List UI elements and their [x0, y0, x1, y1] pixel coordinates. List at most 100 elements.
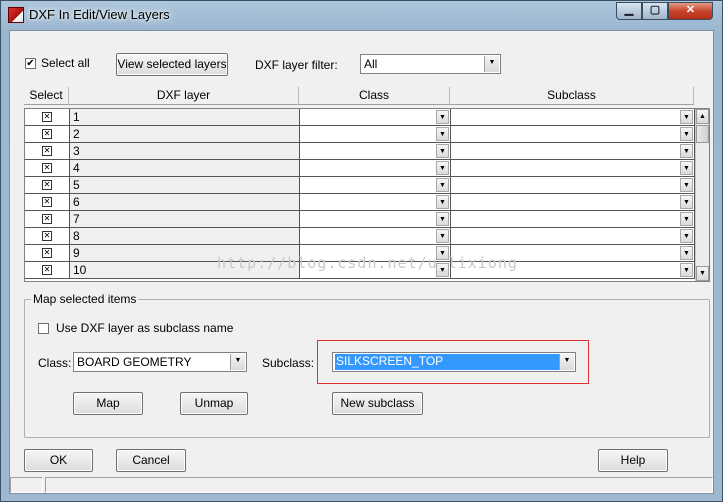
vertical-scrollbar[interactable]: ▲ ▼: [695, 109, 709, 281]
subclass-cell[interactable]: ▼: [451, 211, 695, 228]
close-icon: ✕: [685, 4, 696, 16]
close-button[interactable]: ✕: [668, 2, 713, 20]
subclass-cell[interactable]: ▼: [451, 177, 695, 194]
chevron-down-icon[interactable]: ▼: [680, 144, 693, 158]
chevron-down-icon[interactable]: ▼: [680, 127, 693, 141]
select-cell[interactable]: ✕: [25, 211, 70, 228]
window-title: DXF In Edit/View Layers: [29, 7, 170, 22]
select-cell[interactable]: ✕: [25, 245, 70, 262]
dialog-client: ✔ Select all View selected layers DXF la…: [9, 30, 714, 494]
chevron-down-icon[interactable]: ▼: [680, 195, 693, 209]
title-bar[interactable]: DXF In Edit/View Layers ▁ ▢ ✕: [1, 1, 722, 29]
class-cell[interactable]: ▼: [300, 177, 451, 194]
chevron-down-icon[interactable]: ▼: [680, 229, 693, 243]
maximize-button[interactable]: ▢: [642, 2, 668, 20]
chevron-down-icon[interactable]: ▼: [436, 127, 449, 141]
class-select[interactable]: BOARD GEOMETRY ▼: [73, 352, 247, 372]
class-cell[interactable]: ▼: [300, 211, 451, 228]
row-select-checkbox[interactable]: ✕: [42, 129, 52, 139]
dxf-layer-cell: 6: [70, 194, 300, 211]
chevron-down-icon[interactable]: ▼: [436, 178, 449, 192]
cancel-button[interactable]: Cancel: [116, 449, 186, 472]
chevron-down-icon[interactable]: ▼: [436, 212, 449, 226]
app-icon: [8, 7, 24, 23]
chevron-down-icon[interactable]: ▼: [680, 110, 693, 124]
row-select-checkbox[interactable]: ✕: [42, 180, 52, 190]
scroll-up-icon[interactable]: ▲: [696, 109, 709, 124]
map-button[interactable]: Map: [73, 392, 143, 415]
table-row[interactable]: ✕ 5 ▼ ▼: [25, 177, 695, 194]
select-cell[interactable]: ✕: [25, 160, 70, 177]
row-select-checkbox[interactable]: ✕: [42, 248, 52, 258]
dxf-layer-cell: 8: [70, 228, 300, 245]
class-cell[interactable]: ▼: [300, 160, 451, 177]
chevron-down-icon[interactable]: ▼: [680, 212, 693, 226]
ok-button[interactable]: OK: [24, 449, 93, 472]
watermark-text: http://blog.csdn.net/u_lixiong: [217, 254, 518, 272]
table-row[interactable]: ✕ 2 ▼ ▼: [25, 126, 695, 143]
minimize-button[interactable]: ▁: [616, 2, 642, 20]
subclass-cell[interactable]: ▼: [451, 228, 695, 245]
column-header-select[interactable]: Select: [24, 87, 69, 105]
column-header-class[interactable]: Class: [299, 87, 450, 105]
select-cell[interactable]: ✕: [25, 126, 70, 143]
chevron-down-icon[interactable]: ▼: [436, 144, 449, 158]
row-select-checkbox[interactable]: ✕: [42, 265, 52, 275]
table-row[interactable]: ✕ 4 ▼ ▼: [25, 160, 695, 177]
chevron-down-icon[interactable]: ▼: [436, 161, 449, 175]
check-icon: ✔: [26, 58, 35, 69]
view-selected-layers-button[interactable]: View selected layers: [116, 53, 228, 76]
layer-filter-select[interactable]: All ▼: [360, 54, 501, 74]
chevron-down-icon[interactable]: ▼: [436, 195, 449, 209]
class-cell[interactable]: ▼: [300, 228, 451, 245]
select-cell[interactable]: ✕: [25, 109, 70, 126]
select-cell[interactable]: ✕: [25, 228, 70, 245]
row-select-checkbox[interactable]: ✕: [42, 163, 52, 173]
dxf-layer-cell: 5: [70, 177, 300, 194]
select-cell[interactable]: ✕: [25, 262, 70, 279]
table-row[interactable]: ✕ 6 ▼ ▼: [25, 194, 695, 211]
chevron-down-icon[interactable]: ▼: [436, 229, 449, 243]
class-cell[interactable]: ▼: [300, 194, 451, 211]
class-cell[interactable]: ▼: [300, 143, 451, 160]
help-button[interactable]: Help: [598, 449, 668, 472]
subclass-cell[interactable]: ▼: [451, 126, 695, 143]
use-dxf-layer-label: Use DXF layer as subclass name: [56, 321, 234, 335]
class-value: BOARD GEOMETRY: [77, 355, 192, 369]
table-row[interactable]: ✕ 3 ▼ ▼: [25, 143, 695, 160]
unmap-button[interactable]: Unmap: [180, 392, 248, 415]
column-header-dxf-layer[interactable]: DXF layer: [69, 87, 299, 105]
scroll-down-icon[interactable]: ▼: [696, 266, 709, 281]
chevron-down-icon[interactable]: ▼: [680, 263, 693, 277]
status-segment-1: [10, 477, 43, 493]
table-row[interactable]: ✕ 8 ▼ ▼: [25, 228, 695, 245]
scroll-thumb[interactable]: [696, 125, 709, 143]
subclass-cell[interactable]: ▼: [451, 160, 695, 177]
table-row[interactable]: ✕ 7 ▼ ▼: [25, 211, 695, 228]
row-select-checkbox[interactable]: ✕: [42, 197, 52, 207]
row-select-checkbox[interactable]: ✕: [42, 112, 52, 122]
column-header-subclass[interactable]: Subclass: [450, 87, 694, 105]
new-subclass-button[interactable]: New subclass: [332, 392, 423, 415]
subclass-cell[interactable]: ▼: [451, 143, 695, 160]
row-select-checkbox[interactable]: ✕: [42, 231, 52, 241]
select-cell[interactable]: ✕: [25, 177, 70, 194]
row-select-checkbox[interactable]: ✕: [42, 214, 52, 224]
select-cell[interactable]: ✕: [25, 194, 70, 211]
use-dxf-layer-checkbox[interactable]: [38, 323, 49, 334]
row-select-checkbox[interactable]: ✕: [42, 146, 52, 156]
chevron-down-icon[interactable]: ▼: [680, 161, 693, 175]
select-all-checkbox[interactable]: ✔: [25, 58, 36, 69]
table-row[interactable]: ✕ 1 ▼ ▼: [25, 109, 695, 126]
dxf-layer-cell: 1: [70, 109, 300, 126]
subclass-cell[interactable]: ▼: [451, 194, 695, 211]
select-cell[interactable]: ✕: [25, 143, 70, 160]
chevron-down-icon[interactable]: ▼: [680, 178, 693, 192]
dialog-window: DXF In Edit/View Layers ▁ ▢ ✕ ✔ Select a…: [0, 0, 723, 502]
chevron-down-icon[interactable]: ▼: [436, 110, 449, 124]
subclass-cell[interactable]: ▼: [451, 109, 695, 126]
chevron-down-icon[interactable]: ▼: [680, 246, 693, 260]
dxf-layer-cell: 2: [70, 126, 300, 143]
class-cell[interactable]: ▼: [300, 109, 451, 126]
class-cell[interactable]: ▼: [300, 126, 451, 143]
